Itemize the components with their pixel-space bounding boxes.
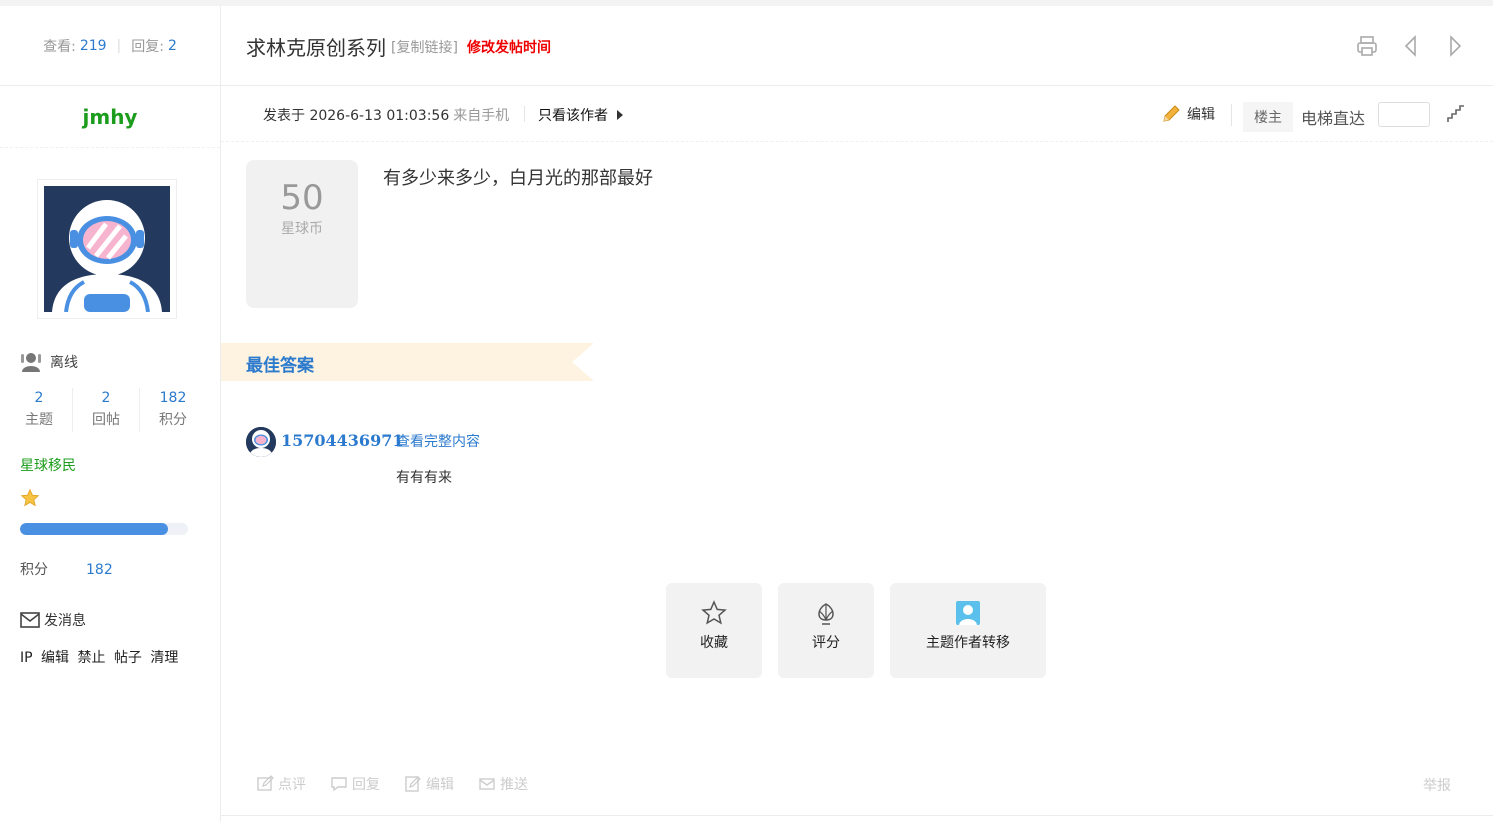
flower-icon [818, 603, 834, 625]
status-text: 离线 [50, 355, 78, 371]
user-rank[interactable]: 星球移民 [20, 455, 76, 475]
count-posts[interactable]: 2 回帖 [73, 388, 140, 432]
author-counts: 2 主题 2 回帖 182 积分 [6, 388, 206, 432]
author-sidebar: 查看: 219 | 回复: 2 jmhy 离线 2 主题 2 回帖 182 积分… [0, 6, 221, 822]
score-row: 积分 182 [20, 562, 113, 578]
send-message-link[interactable]: 发消息 [20, 610, 86, 630]
edit-post-button[interactable]: 编辑 [1161, 104, 1215, 124]
copy-link-button[interactable]: [复制链接] [391, 37, 458, 57]
pencil-icon [1163, 105, 1180, 122]
view-full-link[interactable]: 查看完整内容 [396, 431, 480, 451]
admin-ip-link[interactable]: IP [20, 650, 33, 666]
reply-bubble-icon [331, 777, 347, 792]
star-outline-icon [701, 600, 727, 625]
report-link[interactable]: 举报 [1423, 775, 1451, 795]
floor-badge: 楼主 [1243, 102, 1293, 132]
jump-stairs-icon[interactable] [1446, 104, 1466, 124]
thread-stats: 查看: 219 | 回复: 2 [0, 6, 220, 86]
admin-ban-link[interactable]: 禁止 [77, 650, 105, 666]
star-icon [20, 488, 40, 507]
previous-thread-icon[interactable] [1399, 34, 1423, 58]
modify-time-link[interactable]: 修改发帖时间 [467, 37, 551, 57]
astronaut-avatar-icon [44, 186, 170, 312]
replies-label: 回复: [131, 38, 164, 55]
triangle-right-icon [617, 110, 623, 120]
level-progress-bar [20, 523, 188, 535]
reply-button[interactable]: 回复 [330, 774, 380, 794]
offline-user-icon [21, 353, 41, 372]
comment-button[interactable]: 点评 [256, 774, 306, 794]
thread-title-row: 求林克原创系列 [复制链接] 修改发帖时间 [221, 6, 1493, 86]
admin-edit-link[interactable]: 编辑 [41, 650, 69, 666]
answer-text: 有有有来 [396, 470, 452, 486]
admin-clean-link[interactable]: 清理 [150, 650, 178, 666]
count-points[interactable]: 182 积分 [140, 388, 206, 432]
title-toolbar [1355, 34, 1467, 58]
answer-username[interactable]: 15704436971 [281, 431, 403, 450]
envelope-icon [20, 612, 40, 628]
push-button[interactable]: 推送 [478, 774, 528, 794]
post-meta-row: 发表于 2026-6-13 01:03:56 来自手机 只看该作者 编辑 楼主 电… [221, 86, 1493, 142]
post-time: 发表于 2026-6-13 01:03:56 来自手机 [263, 108, 510, 124]
admin-posts-link[interactable]: 帖子 [114, 650, 142, 666]
transfer-author-button[interactable]: 主题作者转移 [890, 583, 1046, 678]
comment-edit-icon [257, 775, 274, 791]
online-status: 离线 [20, 352, 78, 372]
thread-title: 求林克原创系列 [246, 36, 386, 60]
reward-unit: 星球币 [281, 221, 323, 237]
post-main: 求林克原创系列 [复制链接] 修改发帖时间 发表于 2026-6-13 01:0… [221, 6, 1493, 822]
answer-user-avatar[interactable] [246, 427, 276, 457]
push-mail-icon [479, 778, 495, 790]
best-answer-banner: 最佳答案 [221, 343, 594, 381]
admin-links: IP 编辑 禁止 帖子 清理 [20, 647, 182, 667]
next-thread-icon[interactable] [1443, 34, 1467, 58]
author-username[interactable]: jmhy [0, 86, 220, 148]
elevator-label: 电梯直达 [1301, 109, 1366, 128]
post-source: 来自手机 [453, 108, 510, 124]
post-content: 有多少来多少，白月光的那部最好 [383, 168, 653, 189]
bottom-edit-button[interactable]: 编辑 [404, 774, 454, 794]
author-avatar[interactable] [37, 179, 177, 319]
edit-doc-icon [405, 776, 421, 792]
views-count: 219 [79, 37, 107, 54]
views-label: 查看: [43, 38, 76, 55]
astronaut-avatar-icon [246, 427, 276, 457]
count-topics[interactable]: 2 主题 [6, 388, 73, 432]
rate-button[interactable]: 评分 [778, 583, 874, 678]
reward-box: 50 星球币 [246, 160, 358, 308]
print-icon[interactable] [1355, 34, 1379, 58]
reward-value: 50 [280, 178, 324, 218]
replies-count: 2 [167, 37, 177, 54]
favorite-button[interactable]: 收藏 [666, 583, 762, 678]
floor-jump-input[interactable] [1378, 102, 1430, 127]
only-author-link[interactable]: 只看该作者 [538, 105, 624, 125]
user-card-icon [956, 601, 980, 625]
level-progress-fill [20, 523, 168, 535]
post-bottom-actions: 点评 回复 编辑 推送 [256, 774, 528, 794]
best-answer-label: 最佳答案 [246, 356, 314, 376]
